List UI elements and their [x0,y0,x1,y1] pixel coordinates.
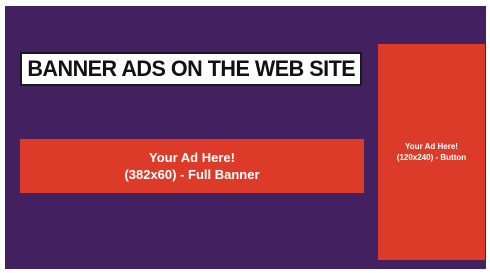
button-ad-slot[interactable]: Your Ad Here! (120x240) - Button [378,44,485,260]
button-ad-line2: (120x240) - Button [396,153,467,162]
full-banner-ad-slot[interactable]: Your Ad Here! (382x60) - Full Banner [20,139,364,193]
page-canvas: BANNER ADS ON THE WEB SITE Your Ad Here!… [0,0,490,273]
full-banner-ad-line2: (382x60) - Full Banner [124,167,260,182]
page-title-box: BANNER ADS ON THE WEB SITE [20,52,362,86]
full-banner-ad-line1: Your Ad Here! [149,150,235,165]
button-ad-line1: Your Ad Here! [405,142,458,151]
page-title: BANNER ADS ON THE WEB SITE [27,56,355,81]
